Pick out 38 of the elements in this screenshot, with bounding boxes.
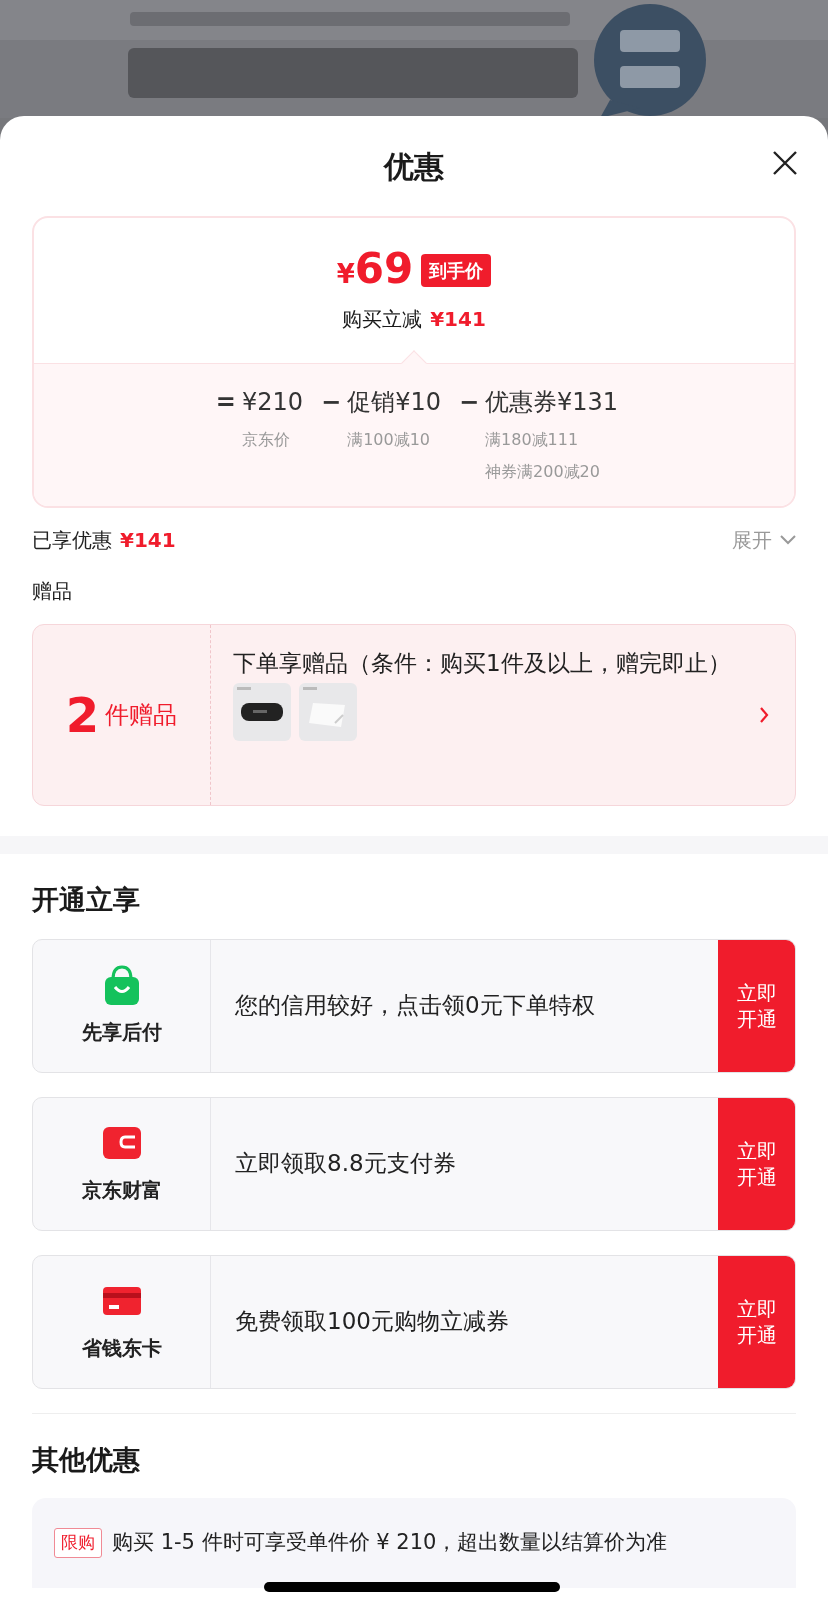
chevron-down-icon xyxy=(780,535,796,545)
sheet-title: 优惠 xyxy=(384,147,444,186)
discount-label: 已享优惠 xyxy=(32,527,112,554)
price-component: ¥210 xyxy=(241,387,304,418)
service-name: 京东财富 xyxy=(81,1176,162,1204)
discount-amount: ¥141 xyxy=(120,527,176,554)
price-note: 满100减10 xyxy=(347,429,432,451)
offer-text: 免费领取100元购物立减券 xyxy=(235,1307,509,1337)
price-note: 满180减111 xyxy=(485,429,580,451)
saving-label: 购买立减 xyxy=(342,305,423,333)
activate-button[interactable]: 立即开通 xyxy=(718,1255,795,1388)
operator-sign: − xyxy=(320,387,343,418)
gift-count: 2 xyxy=(65,691,100,739)
price-component: 促销¥10 xyxy=(347,387,441,418)
price-tag: 到手价 xyxy=(421,254,492,287)
gift-unit: 件赠品 xyxy=(105,700,178,731)
offer-text: 立即领取8.8元支付券 xyxy=(235,1149,456,1179)
service-name: 省钱东卡 xyxy=(81,1334,162,1362)
limit-tag: 限购 xyxy=(54,1528,102,1558)
activate-button[interactable]: 立即开通 xyxy=(718,1097,795,1230)
activate-button[interactable]: 立即开通 xyxy=(718,939,795,1072)
expand-toggle[interactable]: 展开 xyxy=(732,525,796,555)
section-label: 赠品 xyxy=(31,578,73,605)
operator-sign: − xyxy=(457,387,481,418)
offer-text: 您的信用较好，点击领0元下单特权 xyxy=(235,991,595,1021)
offer-rule-text: 购买 1-5 件时可享受单件价 ¥ 210，超出数量以结算价为准 xyxy=(112,1529,668,1557)
chevron-right-icon xyxy=(759,707,769,723)
price-note: 京东价 xyxy=(241,429,291,451)
price-component: 优惠券¥131 xyxy=(485,387,619,418)
operator-sign: = xyxy=(214,387,237,418)
gift-description: 下单享赠品（条件：购买1件及以上，赠完即止） xyxy=(233,649,732,678)
close-icon[interactable] xyxy=(772,150,798,176)
section-heading: 其他优惠 xyxy=(31,1442,141,1477)
saving-amount: ¥141 xyxy=(430,305,486,333)
final-price: ¥69 xyxy=(336,247,414,294)
service-name: 先享后付 xyxy=(81,1018,162,1046)
section-heading: 开通立享 xyxy=(31,883,141,917)
price-note: 神券满200减20 xyxy=(485,461,601,483)
